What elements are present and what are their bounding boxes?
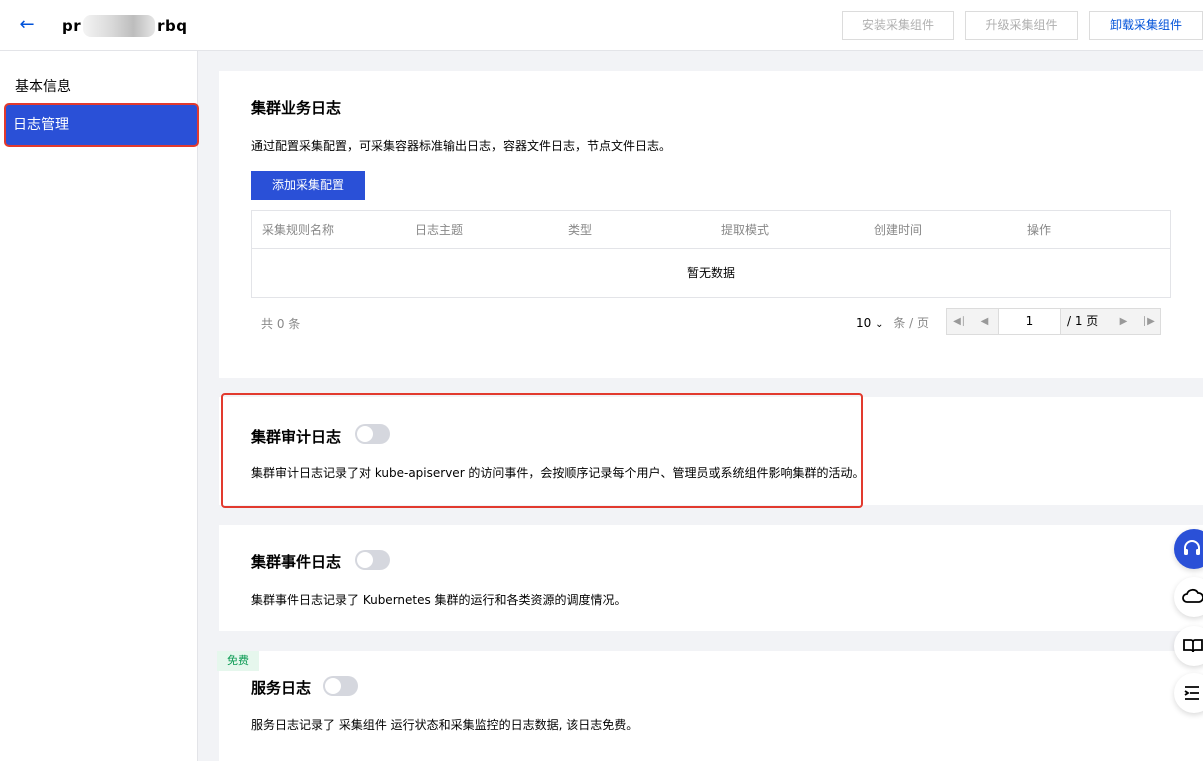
prev-page-icon[interactable]: ◀ [972,309,997,334]
free-badge: 免费 [217,651,259,671]
business-log-card: 集群业务日志 通过配置采集配置，可采集容器标准输出日志，容器文件日志，节点文件日… [219,71,1203,378]
chevron-down-icon: ⌄ [875,319,884,330]
col-type: 类型 [568,223,593,237]
table-header: 采集规则名称 日志主题 类型 提取模式 创建时间 操作 [252,211,1170,249]
sidebar-item-log-management[interactable]: 日志管理 [4,103,199,147]
total-count: 共 0 条 [261,317,301,331]
collection-rules-table: 采集规则名称 日志主题 类型 提取模式 创建时间 操作 暂无数据 [251,210,1171,298]
page-size-select[interactable]: 10 ⌄ 条 / 页 [856,314,929,331]
sidebar-item-basic-info[interactable]: 基本信息 [6,69,196,105]
add-collection-config-button[interactable]: 添加采集配置 [251,171,365,200]
highlight-annotation-box [221,393,863,508]
service-log-title: 服务日志 [251,679,312,697]
col-extract-mode: 提取模式 [721,223,770,237]
col-actions: 操作 [1027,223,1052,237]
book-icon [1183,639,1203,653]
pagination: ◀∣ ◀ 1 / 1 页 ▶ ∣▶ [946,308,1161,335]
page-size-value: 10 [856,316,872,330]
back-arrow-icon[interactable]: ← [14,12,40,38]
sidebar: 基本信息 日志管理 [0,51,199,761]
redacted-name-mask [83,15,156,37]
toggle-knob [357,552,373,568]
total-pages: / 1 页 [1067,314,1099,328]
cluster-title-suffix: rbq [157,17,188,35]
event-log-card: 集群事件日志 集群事件日志记录了 Kubernetes 集群的运行和各类资源的调… [219,525,1203,631]
first-page-icon[interactable]: ◀∣ [947,309,972,334]
service-log-desc: 服务日志记录了 采集组件 运行状态和采集监控的日志数据, 该日志免费。 [251,718,639,732]
install-collector-button[interactable]: 安装采集组件 [842,11,954,40]
list-indent-icon [1184,686,1199,700]
next-page-icon[interactable]: ▶ [1111,309,1136,334]
event-log-title: 集群事件日志 [251,553,342,571]
empty-state-text: 暂无数据 [686,266,735,280]
toggle-knob [325,678,341,694]
cluster-title-prefix: pr [62,17,82,35]
headset-icon [1184,540,1200,555]
event-log-desc: 集群事件日志记录了 Kubernetes 集群的运行和各类资源的调度情况。 [251,593,627,607]
cloud-icon [1182,588,1203,603]
business-log-title: 集群业务日志 [251,99,342,117]
service-log-toggle[interactable] [323,676,358,696]
service-log-card: 服务日志 服务日志记录了 采集组件 运行状态和采集监控的日志数据, 该日志免费。 [219,651,1203,761]
col-log-topic: 日志主题 [415,223,464,237]
event-log-toggle[interactable] [355,550,390,570]
col-rule-name: 采集规则名称 [262,223,335,237]
page-number-input[interactable]: 1 [998,309,1061,334]
uninstall-collector-button[interactable]: 卸载采集组件 [1089,11,1203,40]
business-log-desc: 通过配置采集配置，可采集容器标准输出日志，容器文件日志，节点文件日志。 [251,139,672,153]
last-page-icon[interactable]: ∣▶ [1136,309,1161,334]
top-bar: ← pr rbq 安装采集组件 升级采集组件 卸载采集组件 [0,0,1203,51]
upgrade-collector-button[interactable]: 升级采集组件 [965,11,1078,40]
cluster-title: pr rbq [62,14,188,38]
page-size-unit: 条 / 页 [893,316,930,330]
col-created-time: 创建时间 [874,223,923,237]
